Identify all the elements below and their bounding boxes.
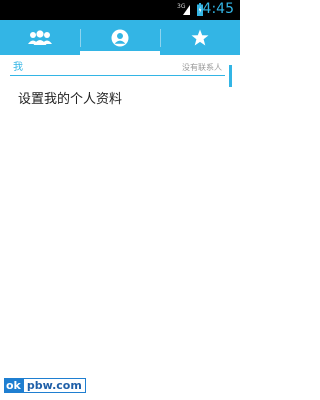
- watermark-logo: ok pbw.com: [4, 378, 86, 393]
- signal-icon: [183, 5, 190, 15]
- watermark-right: pbw.com: [22, 378, 86, 393]
- scrollbar[interactable]: [229, 65, 232, 87]
- no-contacts-label: 没有联系人: [182, 63, 222, 72]
- person-icon: [111, 29, 129, 46]
- setup-profile-item[interactable]: 设置我的个人资料: [18, 93, 122, 107]
- selected-tab-indicator: [80, 51, 160, 55]
- star-icon: [191, 29, 209, 46]
- watermark-left: ok: [4, 378, 23, 393]
- tab-favorites[interactable]: [160, 20, 240, 55]
- section-title: 我: [13, 62, 23, 73]
- section-header: 我 没有联系人: [10, 63, 225, 76]
- tab-groups[interactable]: [0, 20, 80, 55]
- clock: 4:45: [202, 1, 234, 17]
- status-bar: 3G 4:45: [0, 0, 240, 20]
- tab-bar: [0, 20, 240, 55]
- groups-icon: [28, 29, 52, 45]
- tab-me[interactable]: [80, 20, 160, 55]
